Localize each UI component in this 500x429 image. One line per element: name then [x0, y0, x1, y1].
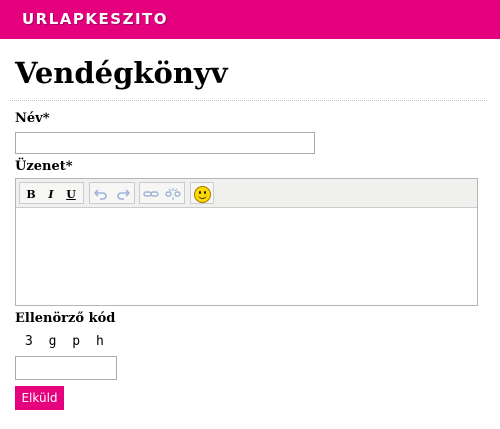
captcha-label: Ellenörző kód	[15, 311, 116, 326]
submit-button[interactable]: Elküld	[15, 386, 64, 410]
bold-icon[interactable]: B	[22, 185, 40, 203]
link-group	[139, 182, 185, 204]
format-group: B I U	[19, 182, 84, 204]
top-bar: URLAPKESZITO	[0, 0, 500, 39]
page-title: Vendégkönyv	[15, 56, 228, 90]
title-divider	[10, 100, 487, 101]
underline-icon[interactable]: U	[62, 185, 80, 203]
redo-icon[interactable]	[114, 185, 132, 203]
undo-icon[interactable]	[92, 185, 110, 203]
message-textarea[interactable]	[16, 208, 477, 305]
name-label: Név*	[15, 111, 50, 126]
editor-toolbar: B I U	[16, 179, 477, 208]
name-input[interactable]	[15, 132, 315, 154]
captcha-input[interactable]	[15, 356, 117, 380]
link-icon[interactable]	[142, 185, 160, 203]
captcha-code: 3 g p h	[25, 334, 105, 349]
italic-icon[interactable]: I	[42, 185, 60, 203]
message-label: Üzenet*	[15, 159, 73, 174]
emoticon-group	[190, 182, 214, 204]
message-editor: B I U	[15, 178, 478, 306]
history-group	[89, 182, 135, 204]
unlink-icon[interactable]	[164, 185, 182, 203]
smiley-icon[interactable]	[193, 185, 211, 203]
brand-logo: URLAPKESZITO	[22, 10, 169, 28]
